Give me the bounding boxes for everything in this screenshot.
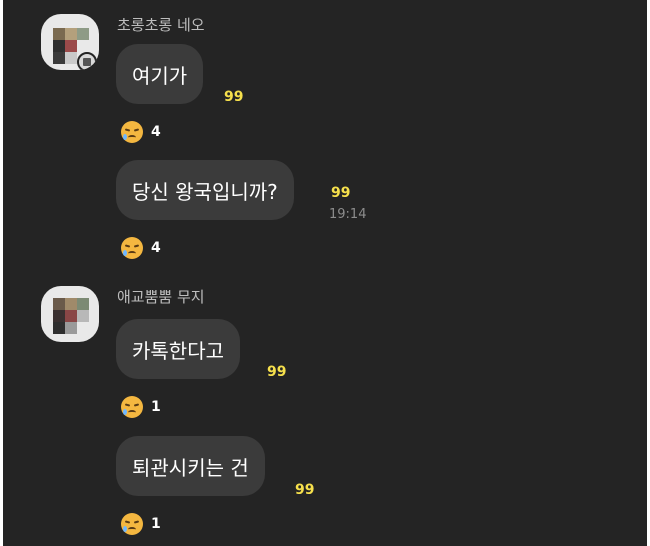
sad-tear-face-icon (121, 396, 143, 418)
profile-badge-icon (77, 52, 97, 70)
message-bubble[interactable]: 퇴관시키는 건 (116, 436, 265, 496)
reaction-count: 4 (151, 124, 161, 140)
reaction[interactable]: 1 (121, 513, 161, 535)
message-bubble[interactable]: 여기가 (116, 44, 204, 104)
message-bubble[interactable]: 카톡한다고 (116, 319, 240, 379)
avatar[interactable] (41, 14, 99, 70)
reaction-count: 1 (151, 516, 161, 532)
reaction-count: 1 (151, 399, 161, 415)
sad-tear-face-icon (121, 237, 143, 259)
message-time: 19:14 (329, 207, 367, 222)
unread-count: 99 (267, 364, 287, 380)
sender-name: 초롱초롱 네오 (117, 16, 205, 34)
avatar[interactable] (41, 286, 99, 342)
unread-count: 99 (295, 482, 315, 498)
message-bubble[interactable]: 당신 왕국입니까? (116, 160, 294, 220)
reaction[interactable]: 1 (121, 396, 161, 418)
reaction-count: 4 (151, 240, 161, 256)
sad-tear-face-icon (121, 513, 143, 535)
sender-name: 애교뿜뿜 무지 (117, 288, 205, 306)
unread-count: 99 (331, 185, 351, 201)
unread-count: 99 (224, 89, 244, 105)
reaction[interactable]: 4 (121, 237, 161, 259)
chat-room[interactable]: 초롱초롱 네오 여기가 99 4 당신 왕국입니까? 99 19:14 4 애교… (3, 0, 647, 546)
reaction[interactable]: 4 (121, 121, 161, 143)
sad-tear-face-icon (121, 121, 143, 143)
